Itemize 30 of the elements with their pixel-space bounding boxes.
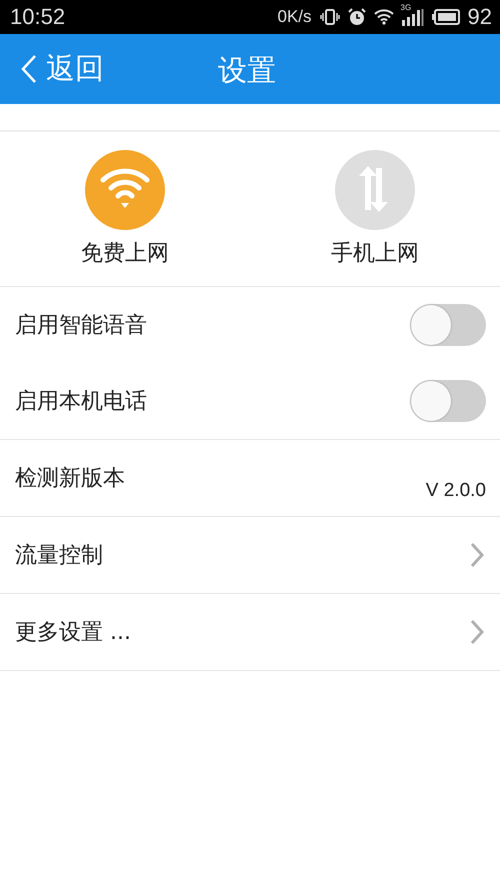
chevron-right-icon [470,619,484,645]
version-text: V 2.0.0 [426,480,486,502]
row-label: 检测新版本 [15,465,125,493]
row-label: 流量控制 [15,542,103,570]
battery-level: 92 [468,4,492,30]
clock-time: 10:52 [10,4,66,30]
chevron-left-icon [20,54,38,84]
row-label: 更多设置 ... [15,619,131,647]
page-title: 设置 [218,52,276,89]
settings-row[interactable]: 检测新版本 V 2.0.0 [0,439,500,516]
settings-row[interactable]: 启用本机电话 [0,363,500,439]
settings-row[interactable]: 启用智能语音 [0,287,500,363]
alarm-icon [348,8,366,26]
network-speed: 0K/s [277,7,312,27]
chevron-right-icon [470,542,484,568]
toggle-switch[interactable] [410,380,486,422]
mode-option[interactable]: 免费上网 [0,132,250,286]
toggle-switch[interactable] [410,304,486,346]
row-label: 启用本机电话 [15,388,147,416]
network-type: 3G [400,4,412,12]
back-button[interactable]: 返回 [20,49,104,89]
battery-icon [432,9,460,25]
settings-row[interactable]: 流量控制 [0,516,500,593]
vibrate-icon [320,8,340,26]
wifi-icon [85,150,165,230]
up-down-arrows-icon [335,150,415,230]
wifi-icon [374,9,394,25]
mode-option[interactable]: 手机上网 [250,132,500,286]
settings-row[interactable]: 更多设置 ... [0,593,500,671]
row-label: 启用智能语音 [15,312,147,340]
